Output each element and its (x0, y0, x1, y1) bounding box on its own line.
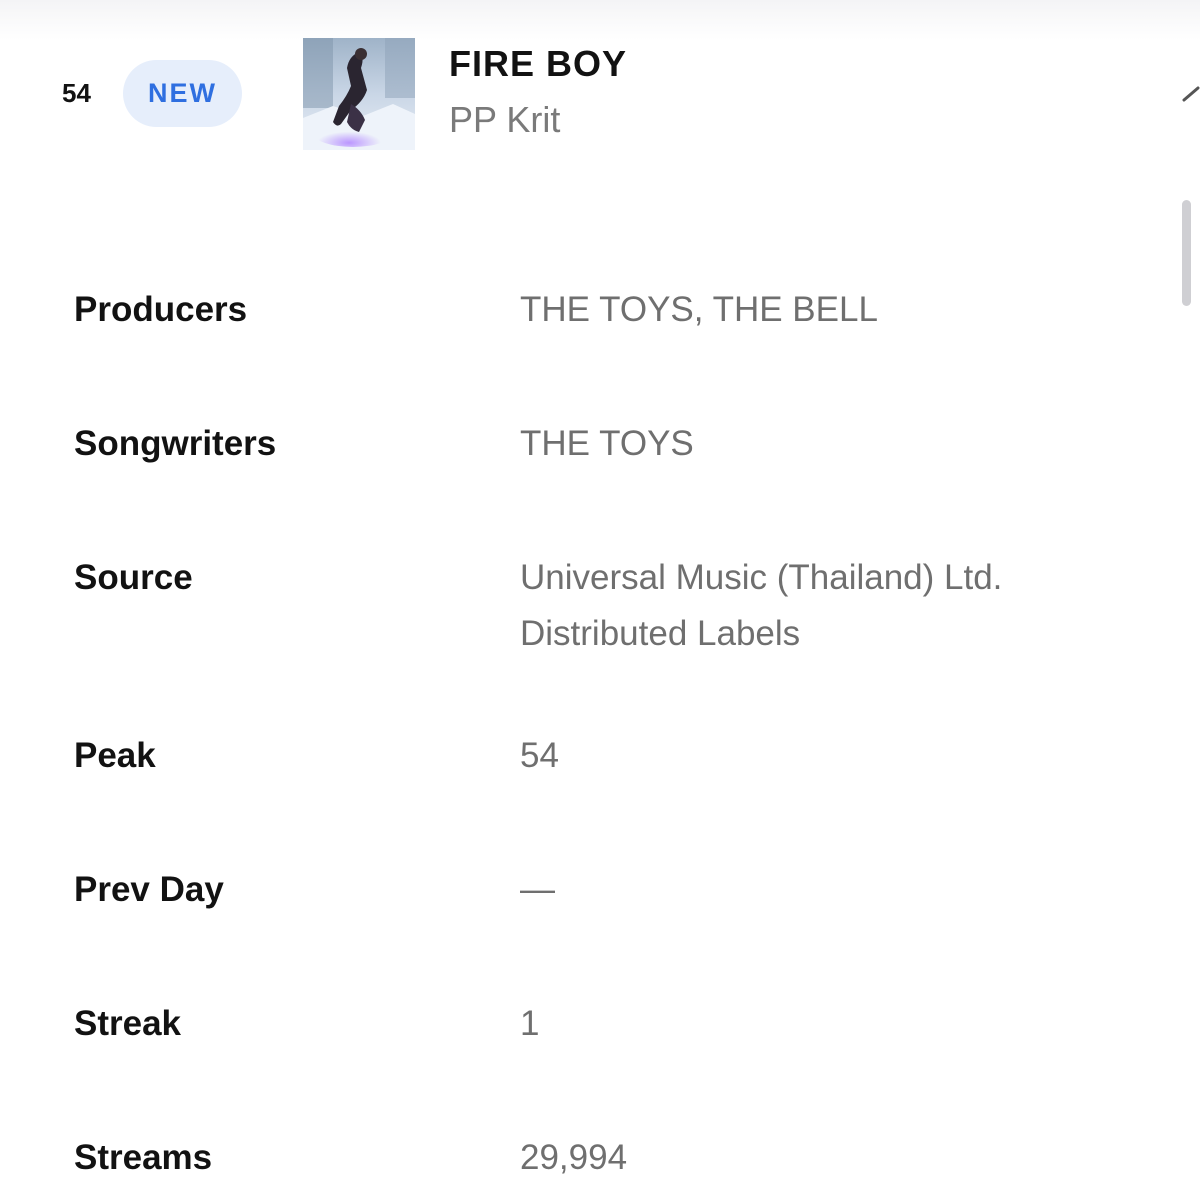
streams-label: Streams (74, 1138, 213, 1177)
streams-value: 29,994 (520, 1138, 628, 1177)
source-value: Universal Music (Thailand) Ltd. Distribu… (520, 550, 1160, 662)
producers-label: Producers (74, 290, 248, 329)
prev-day-value: — (520, 870, 555, 909)
producers-value: THE TOYS, THE BELL (520, 290, 878, 329)
peak-label: Peak (74, 736, 156, 775)
source-value-line2: Distributed Labels (520, 614, 801, 653)
songwriters-label: Songwriters (74, 424, 277, 463)
source-label: Source (74, 558, 193, 597)
source-value-line1: Universal Music (Thailand) Ltd. (520, 558, 1003, 597)
scrollbar-thumb[interactable] (1182, 200, 1191, 306)
new-entry-badge: NEW (123, 60, 242, 127)
track-artist[interactable]: PP Krit (449, 98, 560, 142)
prev-day-label: Prev Day (74, 870, 224, 909)
chart-rank: 54 (62, 78, 91, 108)
peak-value: 54 (520, 736, 559, 775)
songwriters-value: THE TOYS (520, 424, 694, 463)
track-title[interactable]: FIRE BOY (449, 42, 627, 86)
streak-label: Streak (74, 1004, 182, 1043)
top-fade (0, 0, 1200, 40)
streak-value: 1 (520, 1004, 540, 1043)
chart-entry-detail: 54 NEW FIRE BOY PP Krit Producers THE TO… (0, 0, 1200, 1200)
album-cover-image[interactable] (303, 38, 415, 150)
chevron-up-icon[interactable] (1182, 80, 1200, 110)
